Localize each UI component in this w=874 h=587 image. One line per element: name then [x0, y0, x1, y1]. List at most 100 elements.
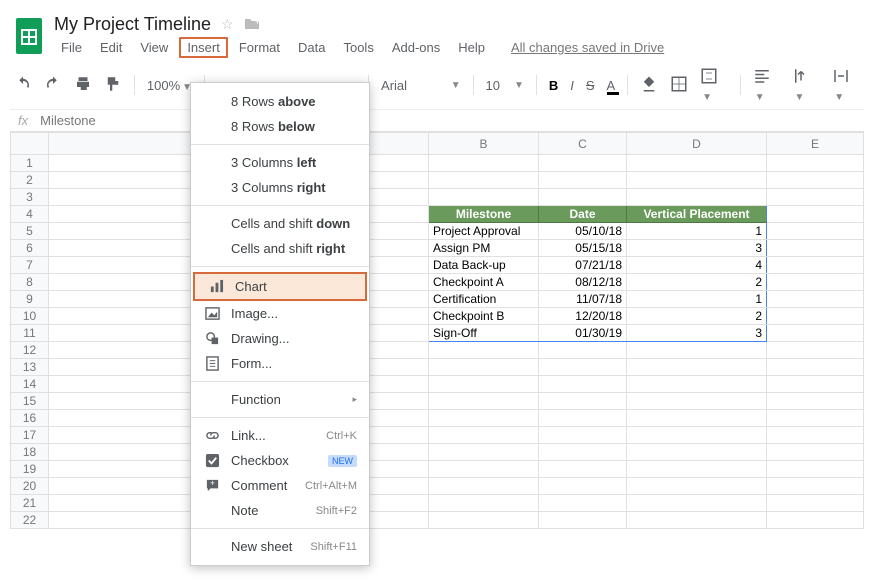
menu-cells-down[interactable]: Cells and shift down [191, 211, 369, 236]
row-header[interactable]: 6 [11, 240, 49, 257]
menu-form[interactable]: Form... [191, 351, 369, 376]
cell[interactable]: Checkpoint A [429, 274, 539, 291]
undo-button[interactable] [14, 75, 32, 96]
row-header[interactable]: 1 [11, 155, 49, 172]
menu-tools[interactable]: Tools [336, 37, 380, 58]
menu-rows-below[interactable]: 8 Rows below [191, 114, 369, 139]
menu-function[interactable]: Function▸ [191, 387, 369, 412]
col-header-e[interactable]: E [767, 133, 864, 155]
document-title[interactable]: My Project Timeline [54, 14, 211, 35]
font-select[interactable]: Arial [381, 78, 437, 93]
paint-format-button[interactable] [104, 75, 122, 96]
menu-note[interactable]: NoteShift+F2 [191, 498, 369, 523]
menu-view[interactable]: View [133, 37, 175, 58]
row-header[interactable]: 15 [11, 393, 49, 410]
cell[interactable]: Vertical Placement [627, 206, 767, 223]
menu-new-sheet[interactable]: New sheetShift+F11 [191, 534, 369, 559]
cell[interactable]: 3 [627, 240, 767, 257]
col-header-d[interactable]: D [627, 133, 767, 155]
menu-comment[interactable]: +CommentCtrl+Alt+M [191, 473, 369, 498]
valign-button[interactable]: ▼ [792, 67, 820, 103]
cell[interactable]: 2 [627, 308, 767, 325]
bold-button[interactable]: B [549, 78, 558, 93]
cell[interactable]: 12/20/18 [539, 308, 627, 325]
redo-button[interactable] [44, 75, 62, 96]
row-header[interactable]: 22 [11, 512, 49, 529]
cell[interactable]: 3 [627, 325, 767, 342]
row-header[interactable]: 14 [11, 376, 49, 393]
row-header[interactable]: 8 [11, 274, 49, 291]
checkbox-icon [203, 453, 221, 468]
star-icon[interactable]: ☆ [221, 16, 234, 33]
menu-cells-right[interactable]: Cells and shift right [191, 236, 369, 261]
col-header-b[interactable]: B [429, 133, 539, 155]
font-size-select[interactable]: 10 [486, 78, 500, 93]
text-color-button[interactable]: A [607, 78, 616, 93]
row-header[interactable]: 5 [11, 223, 49, 240]
menu-rows-above[interactable]: 8 Rows above [191, 89, 369, 114]
cell[interactable]: 4 [627, 257, 767, 274]
row-header[interactable]: 19 [11, 461, 49, 478]
row-header[interactable]: 3 [11, 189, 49, 206]
row-header[interactable]: 17 [11, 427, 49, 444]
wrap-button[interactable]: ▼ [832, 67, 860, 103]
cell[interactable]: 08/12/18 [539, 274, 627, 291]
row-header[interactable]: 12 [11, 342, 49, 359]
cell[interactable]: 05/10/18 [539, 223, 627, 240]
zoom-select[interactable]: 100%▼ [147, 78, 192, 93]
strike-button[interactable]: S [586, 78, 595, 93]
row-header[interactable]: 16 [11, 410, 49, 427]
row-header[interactable]: 11 [11, 325, 49, 342]
svg-text:+: + [210, 478, 215, 488]
row-header[interactable]: 9 [11, 291, 49, 308]
row-header[interactable]: 10 [11, 308, 49, 325]
menu-insert[interactable]: Insert [179, 37, 228, 58]
menu-data[interactable]: Data [291, 37, 332, 58]
cell[interactable]: 05/15/18 [539, 240, 627, 257]
menu-help[interactable]: Help [451, 37, 492, 58]
cell[interactable]: 07/21/18 [539, 257, 627, 274]
menu-addons[interactable]: Add-ons [385, 37, 447, 58]
row-header[interactable]: 20 [11, 478, 49, 495]
cell[interactable]: Certification [429, 291, 539, 308]
menu-edit[interactable]: Edit [93, 37, 129, 58]
menu-chart[interactable]: Chart [193, 272, 367, 301]
row-header[interactable]: 2 [11, 172, 49, 189]
menu-link[interactable]: Link...Ctrl+K [191, 423, 369, 448]
menu-checkbox[interactable]: CheckboxNEW [191, 448, 369, 473]
row-header[interactable]: 13 [11, 359, 49, 376]
fill-color-button[interactable] [640, 75, 658, 96]
row-header[interactable]: 4 [11, 206, 49, 223]
cell[interactable]: Checkpoint B [429, 308, 539, 325]
menu-cols-right[interactable]: 3 Columns right [191, 175, 369, 200]
halign-button[interactable]: ▼ [753, 67, 781, 103]
share-folder-icon[interactable]: + [244, 14, 260, 35]
cell[interactable]: 11/07/18 [539, 291, 627, 308]
cell[interactable]: Data Back-up [429, 257, 539, 274]
chart-icon [207, 279, 225, 294]
col-header-c[interactable]: C [539, 133, 627, 155]
menu-file[interactable]: File [54, 37, 89, 58]
formula-input[interactable]: Milestone [40, 113, 96, 128]
print-button[interactable] [74, 75, 92, 96]
italic-button[interactable]: I [570, 78, 574, 93]
menu-format[interactable]: Format [232, 37, 287, 58]
row-header[interactable]: 21 [11, 495, 49, 512]
borders-button[interactable] [670, 75, 688, 96]
cell[interactable]: 2 [627, 274, 767, 291]
menu-image[interactable]: Image... [191, 301, 369, 326]
cell[interactable]: 1 [627, 223, 767, 240]
cell[interactable]: 1 [627, 291, 767, 308]
cell[interactable]: Project Approval [429, 223, 539, 240]
cell[interactable]: Assign PM [429, 240, 539, 257]
menu-cols-left[interactable]: 3 Columns left [191, 150, 369, 175]
menu-drawing[interactable]: Drawing... [191, 326, 369, 351]
spreadsheet-grid[interactable]: B C D E 1 2 3 4 Milestone Date Vertical … [10, 132, 864, 529]
merge-button[interactable]: ▼ [700, 67, 728, 103]
cell[interactable]: Milestone [429, 206, 539, 223]
cell[interactable]: Sign-Off [429, 325, 539, 342]
cell[interactable]: 01/30/19 [539, 325, 627, 342]
cell[interactable]: Date [539, 206, 627, 223]
row-header[interactable]: 7 [11, 257, 49, 274]
row-header[interactable]: 18 [11, 444, 49, 461]
